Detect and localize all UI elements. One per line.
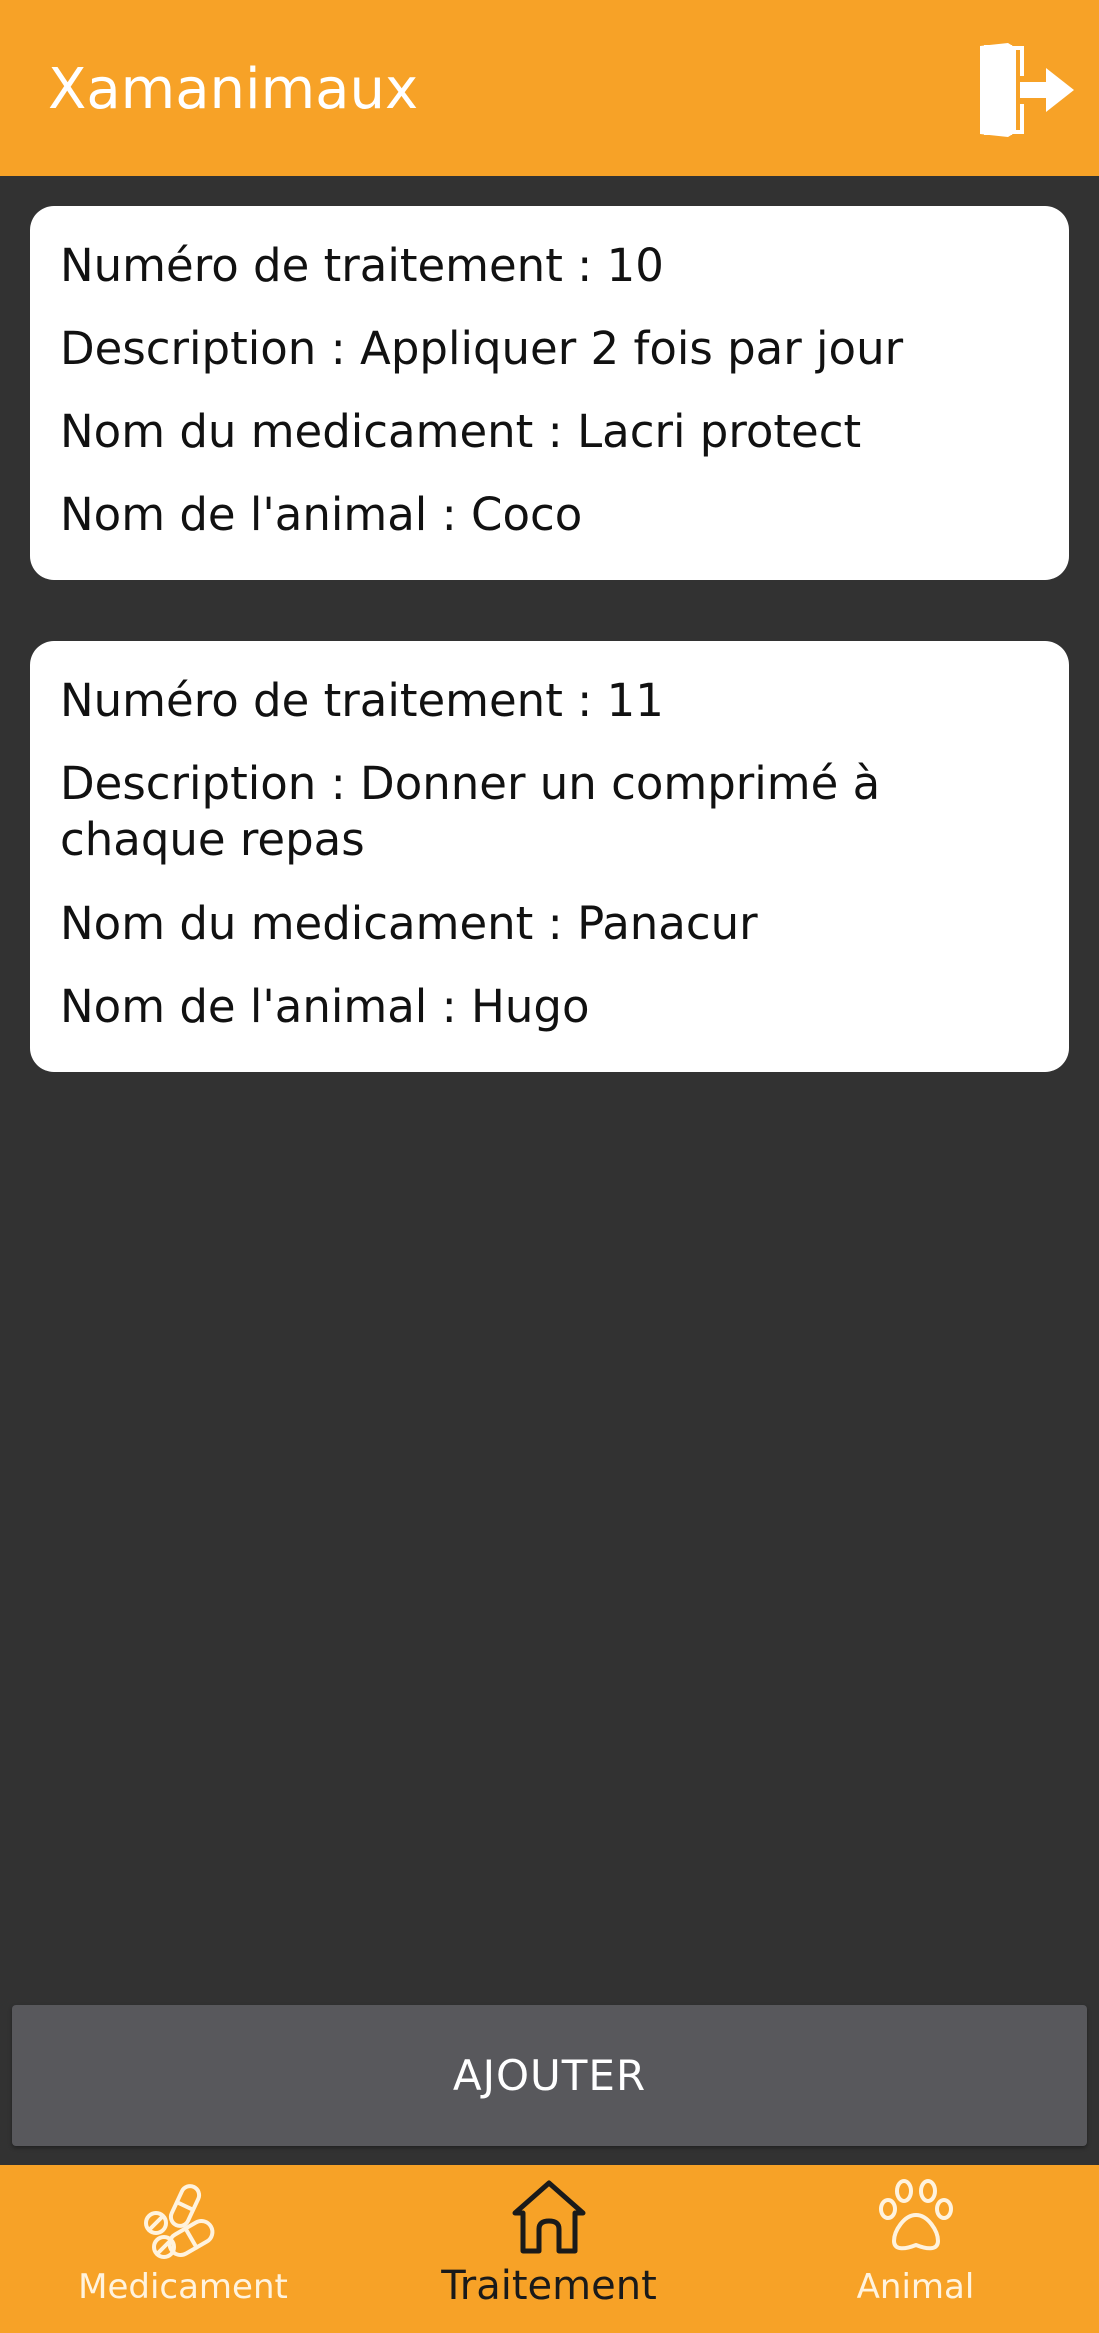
nav-item-medicament[interactable]: Medicament bbox=[0, 2165, 366, 2333]
app-title: Xamanimaux bbox=[48, 57, 419, 122]
treatment-animal: Nom de l'animal : Coco bbox=[60, 488, 583, 541]
treatment-animal: Nom de l'animal : Hugo bbox=[60, 980, 590, 1033]
home-icon bbox=[512, 2180, 586, 2254]
add-button[interactable]: AJOUTER bbox=[12, 2005, 1087, 2146]
treatment-medicament: Nom du medicament : Panacur bbox=[60, 897, 758, 950]
logout-door-icon bbox=[980, 43, 1074, 137]
treatment-card[interactable]: Numéro de traitement : 11 Description : … bbox=[30, 641, 1069, 1072]
bottom-nav: Medicament Traitement Animal bbox=[0, 2165, 1099, 2333]
nav-item-animal[interactable]: Animal bbox=[732, 2165, 1099, 2333]
logout-button[interactable] bbox=[976, 40, 1076, 140]
treatment-number: Numéro de traitement : 10 bbox=[60, 239, 664, 292]
nav-label-medicament: Medicament bbox=[78, 2267, 288, 2307]
pills-icon bbox=[144, 2184, 215, 2259]
paw-icon bbox=[879, 2179, 953, 2251]
app-bar: Xamanimaux bbox=[0, 0, 1099, 176]
treatment-number: Numéro de traitement : 11 bbox=[60, 674, 664, 727]
treatment-medicament: Nom du medicament : Lacri protect bbox=[60, 405, 862, 458]
treatment-description: Description : Donner un comprimé à chaqu… bbox=[60, 757, 881, 866]
nav-item-traitement[interactable]: Traitement bbox=[366, 2165, 732, 2333]
treatment-description: Description : Appliquer 2 fois par jour bbox=[60, 322, 904, 375]
treatment-card[interactable]: Numéro de traitement : 10 Description : … bbox=[30, 206, 1069, 580]
nav-label-traitement: Traitement bbox=[441, 2263, 657, 2309]
nav-label-animal: Animal bbox=[856, 2267, 975, 2307]
